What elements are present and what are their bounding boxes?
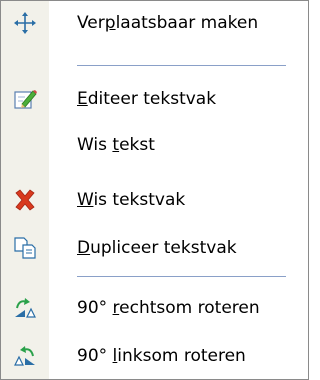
menu-item-label: Wis tekst xyxy=(77,135,155,155)
rotate-counterclockwise-icon xyxy=(13,344,37,368)
menu-item-label: 90° linksom roteren xyxy=(77,346,246,366)
menu-item-delete[interactable]: Wis tekstvak xyxy=(1,178,308,222)
menu-separator xyxy=(77,276,286,277)
menu-item-label: Verplaatsbaar maken xyxy=(77,13,259,33)
context-menu: Verplaatsbaar maken Editeer tekstvak Wis… xyxy=(0,0,309,380)
menu-item-rotate-counterclockwise[interactable]: 90° linksom roteren xyxy=(1,334,308,378)
menu-item-clear-text[interactable]: Wis tekst xyxy=(1,123,308,167)
move-arrows-icon xyxy=(13,11,37,35)
duplicate-pages-icon xyxy=(13,236,37,260)
menu-item-rotate-clockwise[interactable]: 90° rechtsom roteren xyxy=(1,286,308,330)
menu-item-move[interactable]: Verplaatsbaar maken xyxy=(1,1,308,45)
menu-item-label: Wis tekstvak xyxy=(77,190,186,210)
menu-item-label: Editeer tekstvak xyxy=(77,89,217,109)
menu-item-edit[interactable]: Editeer tekstvak xyxy=(1,77,308,121)
menu-item-duplicate[interactable]: Dupliceer tekstvak xyxy=(1,226,308,270)
menu-separator xyxy=(77,65,286,66)
menu-item-label: Dupliceer tekstvak xyxy=(77,238,237,258)
edit-pencil-icon xyxy=(13,87,37,111)
menu-item-label: 90° rechtsom roteren xyxy=(77,298,260,318)
red-x-delete-icon xyxy=(13,188,37,212)
rotate-clockwise-icon xyxy=(13,296,37,320)
